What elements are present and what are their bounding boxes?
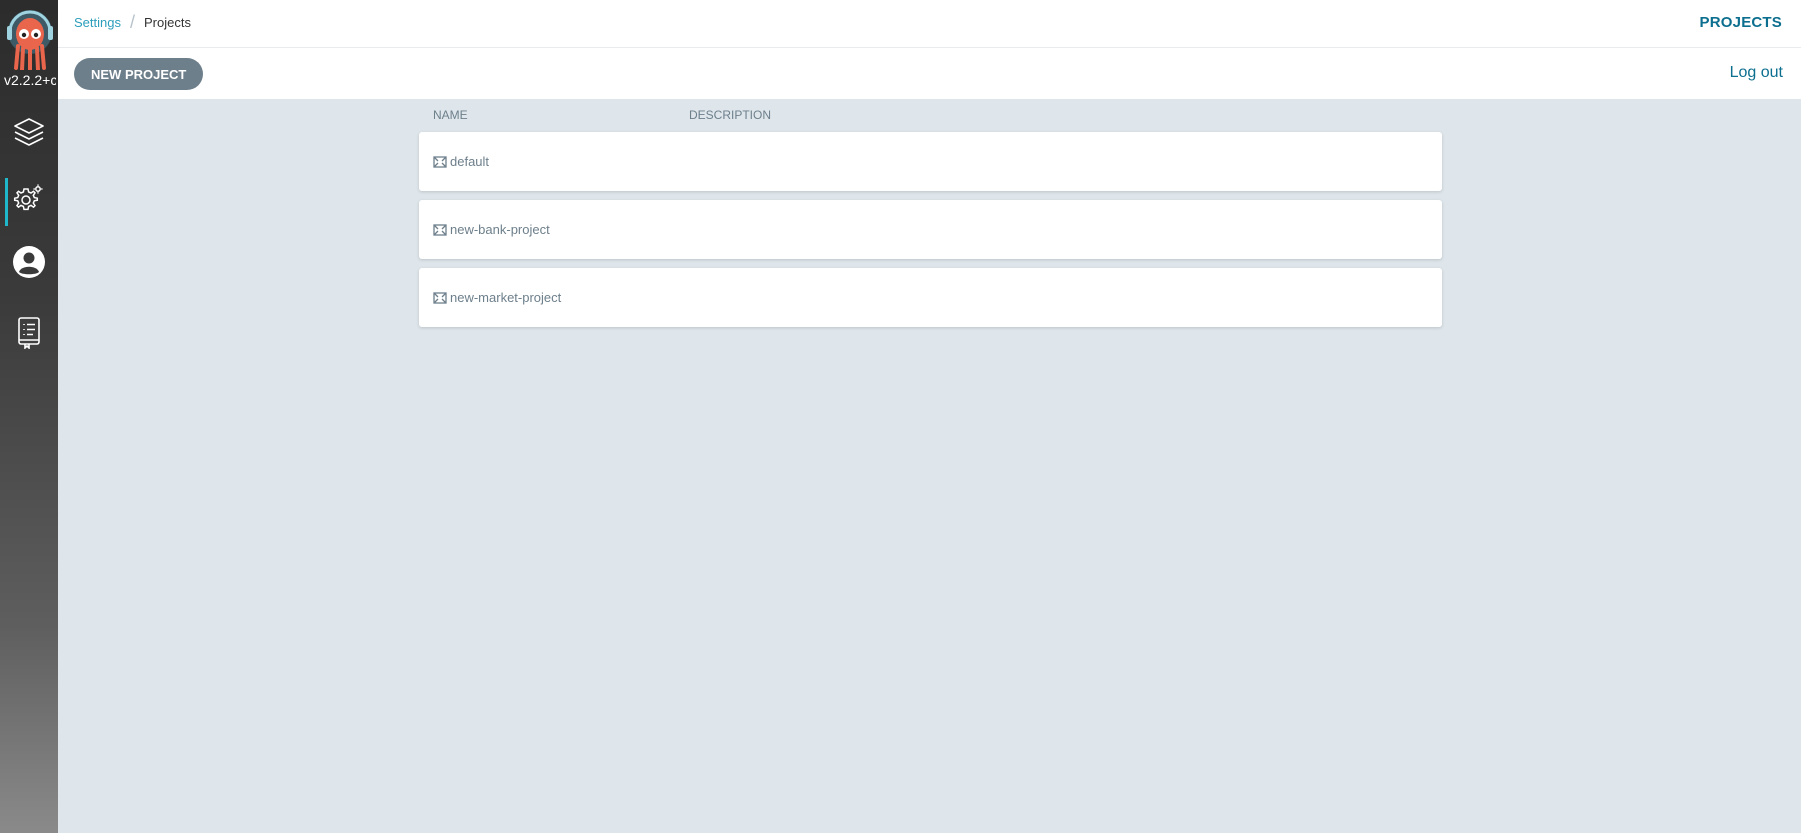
project-icon — [433, 223, 447, 236]
sidebar-item-documentation[interactable] — [0, 310, 58, 358]
breadcrumb-settings-link[interactable]: Settings — [74, 15, 121, 30]
project-name: new-bank-project — [450, 222, 550, 237]
argo-logo[interactable] — [4, 6, 56, 72]
project-name-cell: new-market-project — [433, 290, 561, 305]
page-title: PROJECTS — [1699, 14, 1782, 31]
version-label: v2.2.2+c — [4, 72, 56, 88]
project-name: new-market-project — [450, 290, 562, 305]
breadcrumb-current: Projects — [144, 15, 191, 30]
column-header-description: DESCRIPTION — [689, 108, 772, 122]
sidebar-item-user-info[interactable] — [0, 240, 58, 288]
layers-icon — [12, 115, 46, 154]
project-name-cell: default — [433, 154, 489, 169]
sidebar-item-settings[interactable] — [0, 176, 58, 226]
action-bar: NEW PROJECT Log out — [58, 48, 1801, 99]
project-name: default — [450, 154, 490, 169]
breadcrumb: Settings / Projects — [74, 12, 191, 32]
breadcrumb-separator: / — [129, 12, 135, 32]
docs-icon — [15, 315, 43, 354]
top-bar: Settings / Projects PROJECTS — [58, 0, 1801, 48]
user-circle-icon — [12, 245, 46, 284]
logout-link[interactable]: Log out — [1730, 64, 1783, 82]
project-icon — [433, 155, 447, 168]
column-header-name: NAME — [433, 108, 468, 122]
project-name-cell: new-bank-project — [433, 222, 550, 237]
sidebar-item-applications[interactable] — [0, 110, 58, 158]
table-row[interactable]: new-market-project — [419, 268, 1442, 327]
table-row[interactable]: new-bank-project — [419, 200, 1442, 259]
table-row[interactable]: default — [419, 132, 1442, 191]
new-project-button[interactable]: NEW PROJECT — [74, 58, 204, 90]
gear-icon — [13, 182, 45, 219]
sidebar: v2.2.2+c — [0, 0, 58, 833]
project-icon — [433, 291, 447, 304]
